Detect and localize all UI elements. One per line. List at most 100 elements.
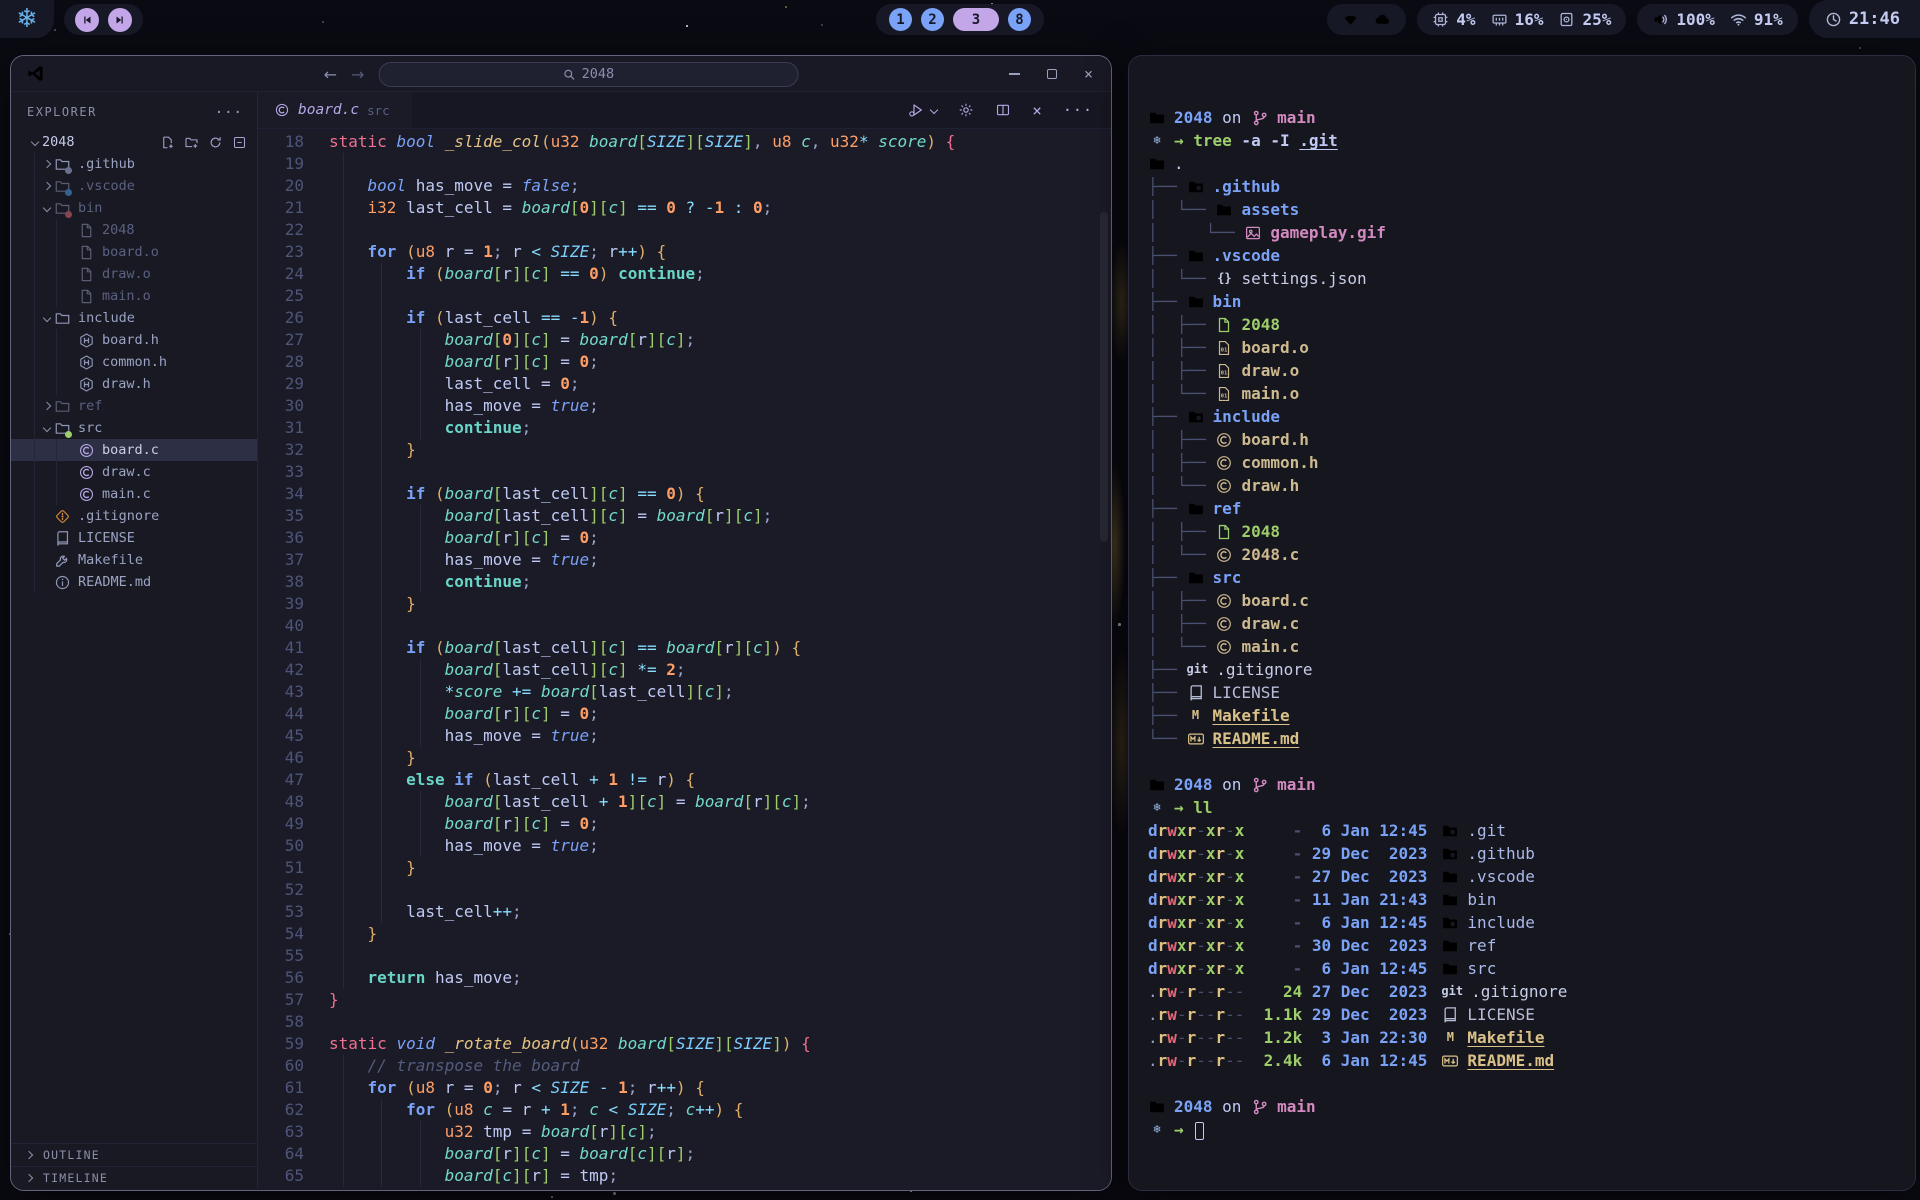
audio-network-widget[interactable]: 100% 91% <box>1637 4 1797 35</box>
code-line-30[interactable]: 30 has_move = true; <box>258 395 1111 417</box>
code-line-57[interactable]: 57} <box>258 989 1111 1011</box>
explorer-item-2048[interactable]: 2048 <box>11 219 257 241</box>
code-line-22[interactable]: 22 <box>258 219 1111 241</box>
code-line-43[interactable]: 43 *score += board[last_cell][c]; <box>258 681 1111 703</box>
gear-icon[interactable] <box>958 102 974 118</box>
code-line-34[interactable]: 34 if (board[last_cell][c] == 0) { <box>258 483 1111 505</box>
code-line-32[interactable]: 32 } <box>258 439 1111 461</box>
code-line-31[interactable]: 31 continue; <box>258 417 1111 439</box>
workspace-8[interactable]: 8 <box>1008 8 1031 31</box>
code-line-44[interactable]: 44 board[r][c] = 0; <box>258 703 1111 725</box>
workspace-2[interactable]: 2 <box>921 8 944 31</box>
explorer-menu-button[interactable]: ··· <box>215 105 243 131</box>
code-line-41[interactable]: 41 if (board[last_cell][c] == board[r][c… <box>258 637 1111 659</box>
collapse-all-icon[interactable] <box>232 135 247 150</box>
code-line-64[interactable]: 64 board[r][c] = board[c][r]; <box>258 1143 1111 1165</box>
explorer-item-.gitignore[interactable]: .gitignore <box>11 505 257 527</box>
code-line-60[interactable]: 60 // transpose the board <box>258 1055 1111 1077</box>
outline-panel[interactable]: OUTLINE <box>11 1143 257 1166</box>
code-line-18[interactable]: 18static bool _slide_col(u32 board[SIZE]… <box>258 131 1111 153</box>
explorer-item-README.md[interactable]: README.md <box>11 571 257 593</box>
chevron-right-icon[interactable] <box>39 403 54 409</box>
code-line-40[interactable]: 40 <box>258 615 1111 637</box>
ll-row[interactable]: .rw-r--r--1.2k3 Jan 22:30MMakefile <box>1148 1026 1915 1049</box>
code-line-62[interactable]: 62 for (u8 c = r + 1; c < SIZE; c++) { <box>258 1099 1111 1121</box>
explorer-item-LICENSE[interactable]: LICENSE <box>11 527 257 549</box>
explorer-item-draw.o[interactable]: draw.o <box>11 263 257 285</box>
command-center-search[interactable]: 2048 <box>378 62 798 87</box>
code-line-36[interactable]: 36 board[r][c] = 0; <box>258 527 1111 549</box>
code-line-39[interactable]: 39 } <box>258 593 1111 615</box>
code-line-47[interactable]: 47 else if (last_cell + 1 != r) { <box>258 769 1111 791</box>
code-line-20[interactable]: 20 bool has_move = false; <box>258 175 1111 197</box>
explorer-item-.vscode[interactable]: .vscode <box>11 175 257 197</box>
vscode-titlebar[interactable]: ← → 2048 × <box>11 56 1111 92</box>
code-line-38[interactable]: 38 continue; <box>258 571 1111 593</box>
new-file-icon[interactable] <box>160 135 175 150</box>
code-line-52[interactable]: 52 <box>258 879 1111 901</box>
new-folder-icon[interactable] <box>184 135 199 150</box>
launcher-button[interactable]: ❄ <box>0 0 54 38</box>
tree-row[interactable]: └── README.md <box>1148 727 1915 750</box>
weather-widget[interactable] <box>1327 4 1406 35</box>
terminal-command[interactable]: ❄→ tree -a -I .git <box>1148 129 1915 152</box>
explorer-root-item[interactable]: 2048 <box>11 131 257 153</box>
clock-widget[interactable]: 21:46 <box>1809 0 1920 38</box>
code-line-26[interactable]: 26 if (last_cell == -1) { <box>258 307 1111 329</box>
chevron-down-icon[interactable] <box>39 315 54 321</box>
code-line-25[interactable]: 25 <box>258 285 1111 307</box>
chevron-right-icon[interactable] <box>39 183 54 189</box>
explorer-item-main.o[interactable]: main.o <box>11 285 257 307</box>
code-line-28[interactable]: 28 board[r][c] = 0; <box>258 351 1111 373</box>
refresh-icon[interactable] <box>208 135 223 150</box>
code-line-27[interactable]: 27 board[0][c] = board[r][c]; <box>258 329 1111 351</box>
explorer-item-include[interactable]: include <box>11 307 257 329</box>
code-line-37[interactable]: 37 has_move = true; <box>258 549 1111 571</box>
explorer-item-board.o[interactable]: board.o <box>11 241 257 263</box>
code-line-24[interactable]: 24 if (board[r][c] == 0) continue; <box>258 263 1111 285</box>
chevron-right-icon[interactable] <box>39 161 54 167</box>
terminal-content[interactable]: 2048 on main❄→ tree -a -I .git.├── .gith… <box>1129 56 1915 1141</box>
explorer-item-bin[interactable]: bin <box>11 197 257 219</box>
run-icon[interactable] <box>908 102 924 118</box>
code-line-33[interactable]: 33 <box>258 461 1111 483</box>
history-back-button[interactable]: ← <box>324 65 337 84</box>
explorer-item-draw.h[interactable]: draw.h <box>11 373 257 395</box>
code-line-42[interactable]: 42 board[last_cell][c] *= 2; <box>258 659 1111 681</box>
code-line-51[interactable]: 51 } <box>258 857 1111 879</box>
code-line-46[interactable]: 46 } <box>258 747 1111 769</box>
close-window-button[interactable]: × <box>1084 67 1093 82</box>
code-line-23[interactable]: 23 for (u8 r = 1; r < SIZE; r++) { <box>258 241 1111 263</box>
code-line-53[interactable]: 53 last_cell++; <box>258 901 1111 923</box>
code-line-21[interactable]: 21 i32 last_cell = board[0][c] == 0 ? -1… <box>258 197 1111 219</box>
history-forward-button[interactable]: → <box>351 65 364 84</box>
code-line-19[interactable]: 19 <box>258 153 1111 175</box>
workspace-3[interactable]: 3 <box>953 8 999 31</box>
more-actions-icon[interactable]: ··· <box>1063 101 1093 119</box>
skip-next-button[interactable] <box>108 8 132 32</box>
explorer-item-.github[interactable]: .github <box>11 153 257 175</box>
explorer-item-board.c[interactable]: board.c <box>11 439 257 461</box>
code-line-48[interactable]: 48 board[last_cell + 1][c] = board[r][c]… <box>258 791 1111 813</box>
code-line-58[interactable]: 58 <box>258 1011 1111 1033</box>
terminal-command[interactable]: ❄→ <box>1148 1118 1915 1141</box>
code-line-61[interactable]: 61 for (u8 r = 0; r < SIZE - 1; r++) { <box>258 1077 1111 1099</box>
explorer-item-common.h[interactable]: common.h <box>11 351 257 373</box>
code-line-54[interactable]: 54 } <box>258 923 1111 945</box>
code-line-35[interactable]: 35 board[last_cell][c] = board[r][c]; <box>258 505 1111 527</box>
chevron-down-icon[interactable] <box>39 425 54 431</box>
explorer-item-src[interactable]: src <box>11 417 257 439</box>
system-stats-widget[interactable]: 4% 16% 25% <box>1417 4 1626 35</box>
ll-row[interactable]: .rw-r--r--2.4k6 Jan 12:45README.md <box>1148 1049 1915 1072</box>
code-line-49[interactable]: 49 board[r][c] = 0; <box>258 813 1111 835</box>
code-line-65[interactable]: 65 board[c][r] = tmp; <box>258 1165 1111 1187</box>
code-line-29[interactable]: 29 last_cell = 0; <box>258 373 1111 395</box>
code-line-59[interactable]: 59static void _rotate_board(u32 board[SI… <box>258 1033 1111 1055</box>
explorer-item-draw.c[interactable]: draw.c <box>11 461 257 483</box>
split-editor-icon[interactable] <box>995 102 1011 118</box>
code-line-50[interactable]: 50 has_move = true; <box>258 835 1111 857</box>
explorer-item-ref[interactable]: ref <box>11 395 257 417</box>
terminal-command[interactable]: ❄→ ll <box>1148 796 1915 819</box>
explorer-item-main.c[interactable]: main.c <box>11 483 257 505</box>
editor-scrollbar[interactable] <box>1100 212 1108 542</box>
